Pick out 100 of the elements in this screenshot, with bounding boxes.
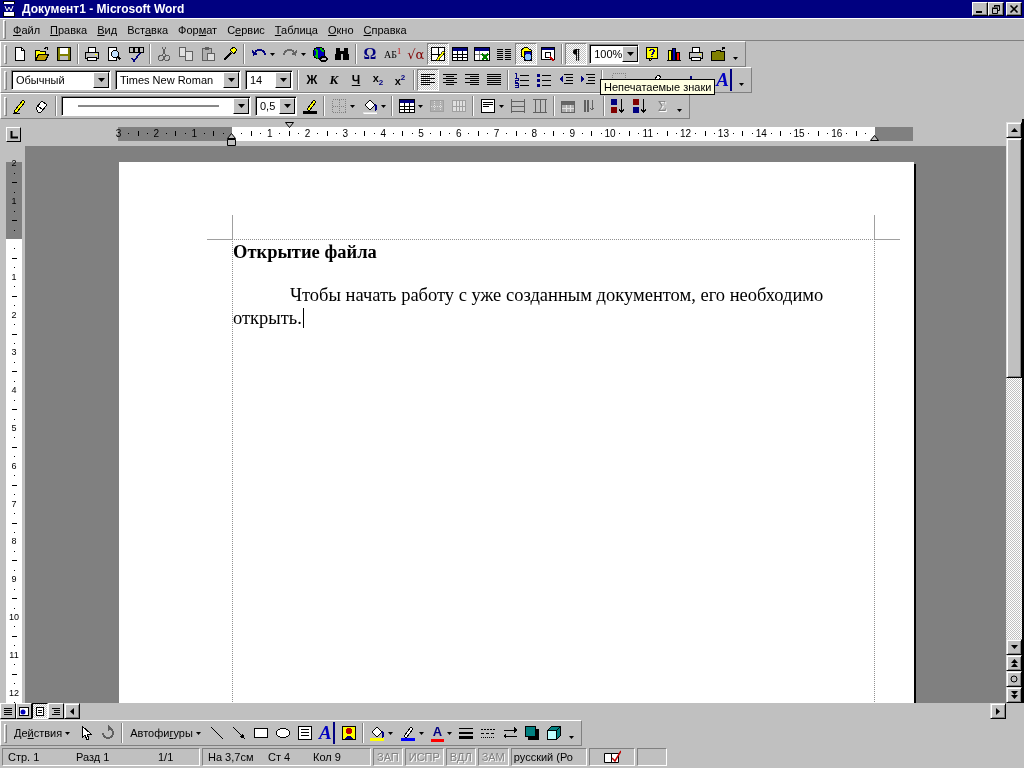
toolbar-handle[interactable]: [4, 44, 7, 64]
browse-object-button[interactable]: [1006, 671, 1022, 687]
restore-button[interactable]: [988, 2, 1004, 16]
tooltip: Непечатаемые знаки: [600, 79, 716, 95]
underline-button[interactable]: Ч: [345, 69, 367, 91]
line-weight-dropdown[interactable]: 0,5: [255, 96, 297, 116]
page-layout-view-button[interactable]: [32, 703, 48, 719]
printer-icon: [84, 46, 100, 62]
ruler-number: 5: [10, 423, 18, 433]
distribute-rows-icon: [510, 98, 526, 114]
next-page-button[interactable]: [1006, 687, 1022, 703]
web-view-button[interactable]: [16, 703, 32, 719]
web-view-icon: [18, 705, 30, 717]
superscript-button[interactable]: x$^{2}$: [389, 69, 411, 91]
caret-icon: [738, 83, 744, 86]
subscript-button[interactable]: x$_{2}$: [367, 69, 389, 91]
ruler-number: 1: [10, 196, 18, 207]
ruler-number: 5: [418, 128, 424, 140]
symbol-button[interactable]: Ω: [359, 43, 381, 65]
normal-view-button[interactable]: [0, 703, 16, 719]
page-layout-view-icon: [34, 705, 46, 717]
footnote-button[interactable]: АБ$^{1}$: [381, 43, 405, 65]
zoom-dropdown[interactable]: 100%: [589, 44, 640, 64]
right-arrow-icon: [996, 707, 1000, 715]
minimize-button[interactable]: [972, 2, 988, 16]
scroll-up-button[interactable]: [1006, 122, 1022, 138]
line-style-icon: [458, 725, 475, 741]
italic-button[interactable]: К: [323, 69, 345, 91]
line-style-dropdown[interactable]: [61, 96, 251, 116]
down-arrow-icon: [1010, 645, 1018, 649]
toolbar-handle[interactable]: [3, 20, 6, 39]
caret-icon: [626, 52, 634, 56]
document-heading: Открытие файла: [233, 241, 378, 264]
line-color-icon: [400, 725, 417, 741]
cube-icon: [546, 725, 563, 741]
open-folder-icon: [34, 46, 50, 62]
split-cells-icon: [451, 98, 467, 114]
ruler-number: 9: [569, 128, 575, 140]
menu-item[interactable]: Правка: [45, 20, 93, 39]
menu-item[interactable]: Файл: [8, 20, 46, 39]
toolbar-handle[interactable]: [4, 723, 7, 743]
scroll-thumb[interactable]: [1006, 138, 1022, 378]
outline-view-button[interactable]: [48, 703, 64, 719]
line-icon: [208, 725, 225, 741]
menu-button[interactable]: Автофигуры: [125, 722, 206, 744]
caret-icon: [417, 104, 423, 108]
caret-icon: [568, 736, 574, 739]
menu-button[interactable]: Действия: [9, 722, 76, 744]
style-dropdown[interactable]: Обычный: [11, 70, 111, 90]
table-grid-icon: [398, 98, 415, 114]
ruler-number: 2: [153, 128, 160, 140]
scroll-down-button[interactable]: [1006, 639, 1022, 655]
menu-item[interactable]: Вставка: [122, 20, 174, 39]
caret-icon: [97, 78, 105, 82]
paintbrush-icon: [222, 46, 238, 62]
folder-icon: [710, 46, 727, 62]
ruler-number: 12: [680, 128, 692, 140]
font-size-dropdown[interactable]: 14: [245, 70, 293, 90]
paint-bucket-icon: [361, 98, 378, 114]
ruler-margin: [875, 127, 913, 141]
table-grid-icon: [452, 46, 469, 62]
align-left-button[interactable]: [417, 69, 439, 91]
column-number: Кол 9: [313, 751, 341, 763]
table-pencil-button[interactable]: [427, 43, 450, 65]
ruler-number: 10: [8, 612, 20, 622]
toolbar-handle[interactable]: [4, 70, 7, 90]
toolbar-handle[interactable]: [4, 96, 7, 116]
tab-selector[interactable]: [6, 127, 21, 142]
caret-icon: [380, 104, 386, 108]
circle-icon: [1010, 675, 1018, 683]
font-dropdown[interactable]: Times New Roman: [115, 70, 241, 90]
left-tab-icon: [9, 130, 18, 139]
menu-item[interactable]: Вид: [92, 20, 123, 39]
right-indent-marker[interactable]: [870, 135, 879, 141]
table-autoformat-icon: [560, 98, 576, 114]
equation-button[interactable]: √α: [404, 43, 428, 65]
show-formatting-button[interactable]: ¶: [565, 43, 588, 65]
previous-page-button[interactable]: [1006, 655, 1022, 671]
up-arrow-icon: [1010, 128, 1018, 132]
ruler-number: 13: [717, 128, 729, 140]
ruler-number: 3: [115, 128, 122, 140]
table-pencil-icon: [430, 46, 447, 62]
shapes-button[interactable]: [515, 43, 538, 65]
font-color-button[interactable]: A: [427, 722, 456, 744]
language-indicator[interactable]: русский (Ро: [510, 748, 587, 766]
menu-item[interactable]: Сервис: [222, 20, 270, 39]
scroll-left-button[interactable]: [64, 703, 80, 719]
left-indent-marker[interactable]: [227, 133, 236, 146]
menu-item[interactable]: Справка: [358, 20, 412, 39]
menu-item[interactable]: Формат: [173, 20, 223, 39]
ruler-number: 1: [191, 128, 197, 140]
window-title: Документ1 - Microsoft Word: [22, 2, 186, 16]
wordart-button[interactable]: A: [315, 722, 338, 744]
scroll-right-button[interactable]: [990, 703, 1006, 719]
bold-button[interactable]: Ж: [301, 69, 323, 91]
menu-item[interactable]: Окно: [323, 20, 359, 39]
close-button[interactable]: [1006, 2, 1022, 16]
ruler-number: 8: [10, 536, 18, 547]
ruler-number: 6: [10, 460, 18, 471]
menu-item[interactable]: Таблица: [269, 20, 323, 39]
